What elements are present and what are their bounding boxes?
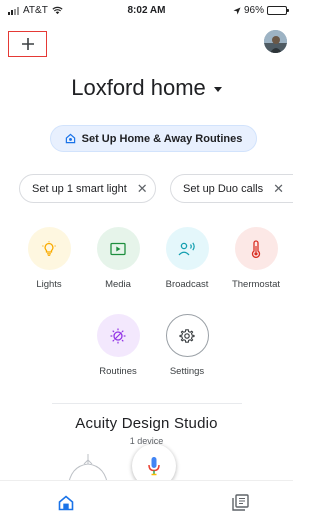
- home-icon[interactable]: [58, 495, 74, 511]
- action-label: Broadcast: [165, 279, 209, 290]
- settings-gear-icon: [179, 328, 195, 343]
- location-arrow-icon: [233, 7, 241, 14]
- add-button[interactable]: [8, 31, 47, 57]
- action-broadcast[interactable]: Broadcast: [152, 227, 222, 290]
- thermostat-circle: [234, 227, 278, 270]
- google-home-screen: AT&T 8:02 AM 96% Loxford home Set Up Hom…: [0, 0, 293, 521]
- broadcast-circle: [165, 227, 209, 270]
- home-selector[interactable]: Loxford home: [0, 75, 293, 101]
- thermostat-icon: [251, 239, 261, 258]
- action-thermostat[interactable]: Thermostat: [221, 227, 291, 290]
- room-title: Acuity Design Studio: [75, 415, 218, 432]
- battery-icon: [267, 6, 289, 15]
- action-label: Media: [105, 279, 131, 290]
- chip-setup-duo-calls[interactable]: Set up Duo calls ✕: [170, 174, 293, 203]
- routines-icon: [110, 328, 126, 343]
- action-label: Thermostat: [231, 279, 281, 290]
- media-play-icon: [110, 242, 126, 255]
- action-label: Routines: [99, 366, 137, 377]
- settings-circle: [165, 314, 209, 357]
- bottom-nav: [0, 480, 293, 521]
- lights-circle: [27, 227, 71, 270]
- close-icon[interactable]: ✕: [273, 181, 284, 197]
- media-circle: [96, 227, 140, 270]
- action-settings[interactable]: Settings: [152, 314, 222, 377]
- feed-icon[interactable]: [232, 494, 249, 511]
- home-name: Loxford home: [71, 75, 206, 100]
- microphone-icon: [148, 457, 160, 476]
- close-icon[interactable]: ✕: [137, 181, 148, 197]
- action-routines[interactable]: Routines: [83, 314, 153, 377]
- status-bar: AT&T 8:02 AM 96%: [0, 0, 293, 22]
- action-label: Lights: [36, 279, 62, 290]
- action-label: Settings: [169, 366, 205, 377]
- action-media[interactable]: Media: [83, 227, 153, 290]
- home-routine-icon: [65, 133, 75, 144]
- lightbulb-icon: [42, 240, 56, 256]
- dropdown-caret-icon: [213, 87, 222, 92]
- chip-setup-smart-light[interactable]: Set up 1 smart light ✕: [19, 174, 156, 203]
- chip-label: Set up 1 smart light: [32, 182, 127, 195]
- account-avatar[interactable]: [264, 30, 287, 53]
- chip-label: Set up Duo calls: [183, 182, 264, 195]
- plus-icon: [21, 38, 34, 50]
- routines-circle: [96, 314, 140, 357]
- action-lights[interactable]: Lights: [14, 227, 84, 290]
- broadcast-icon: [178, 241, 195, 255]
- avatar-image: [264, 30, 287, 53]
- section-divider: [52, 403, 242, 404]
- battery-percent: 96%: [243, 5, 264, 16]
- setup-routines-button[interactable]: Set Up Home & Away Routines: [50, 125, 257, 152]
- routines-banner-label: Set Up Home & Away Routines: [81, 132, 243, 145]
